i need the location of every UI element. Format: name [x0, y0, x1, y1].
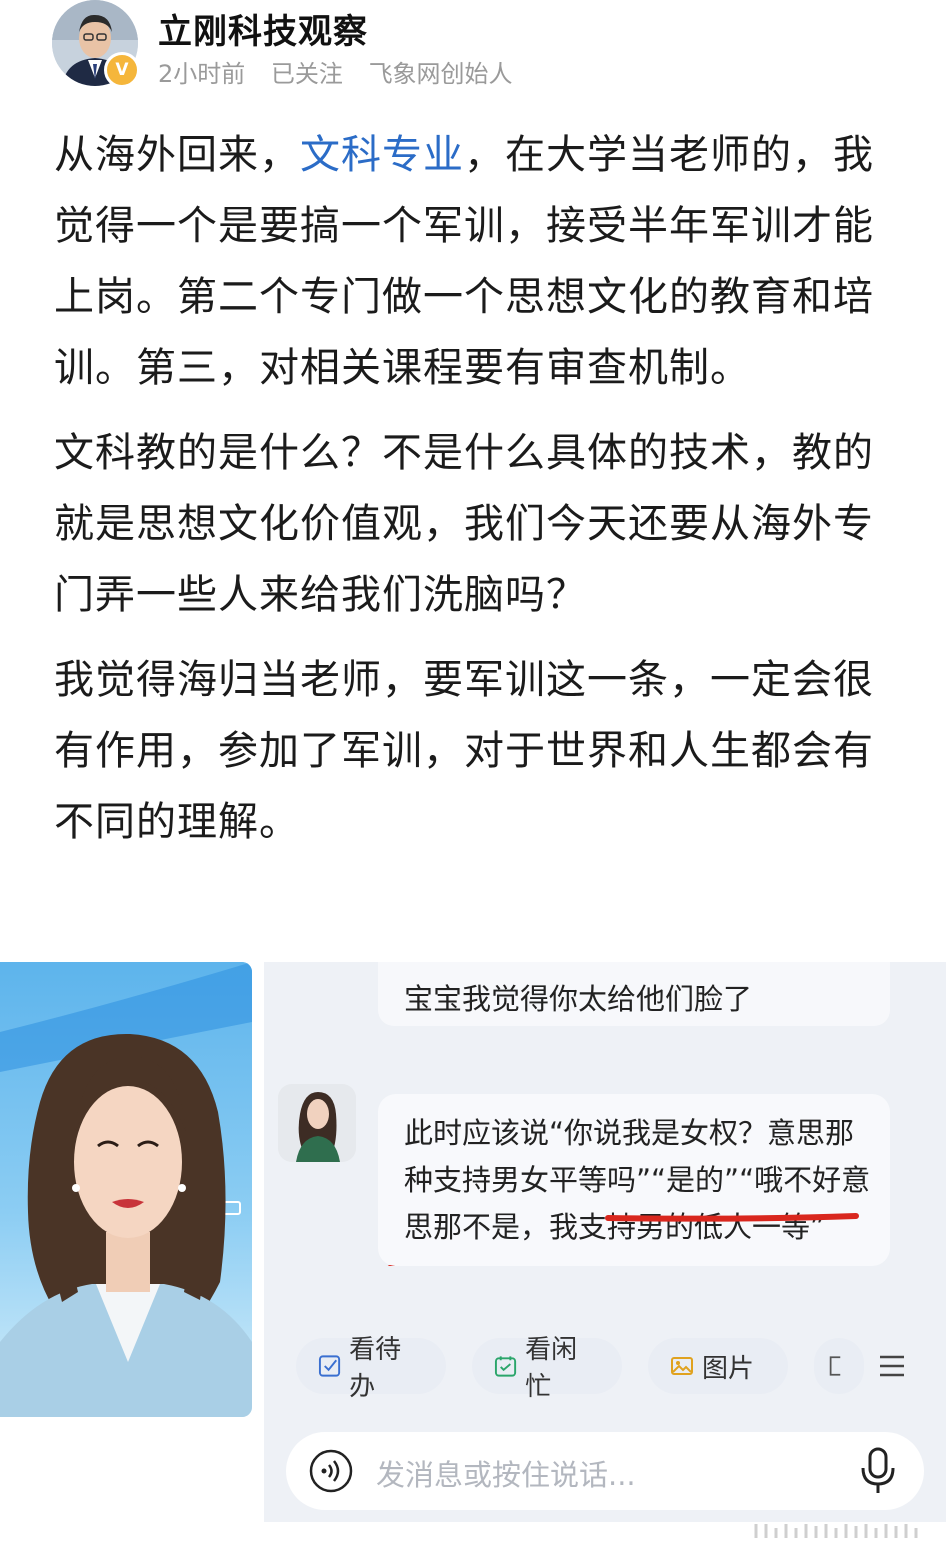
assistant-reply-bubble: 此时应该说“你说我是女权？意思那种支持男女平等吗”“是的”“哦不好意思那不是，我… — [378, 1094, 890, 1266]
chip-todo-label: 看待办 — [349, 1335, 402, 1402]
post-body: 从海外回来，文科专业，在大学当老师的，我觉得一个是要搞一个军训，接受半年军训才能… — [54, 120, 874, 872]
watermark-icon — [754, 1524, 918, 1538]
assistant-portrait-icon — [278, 1084, 356, 1162]
image-icon — [671, 1357, 693, 1375]
assistant-reply-text: 此时应该说“你说我是女权？意思那种支持男女平等吗”“是的”“哦不好意思那不是，我… — [404, 1110, 874, 1251]
assistant-avatar — [278, 1084, 356, 1162]
chip-image[interactable]: 图片 — [648, 1338, 788, 1394]
post-meta: 2小时前 已关注 飞象网创始人 — [158, 54, 531, 89]
reply-underlined: 我支持男的低人一等 — [549, 1210, 811, 1244]
checkbox-icon — [318, 1355, 341, 1377]
message-input-placeholder[interactable]: 发消息或按住说话... — [376, 1452, 636, 1494]
author-name[interactable]: 立刚科技观察 — [158, 4, 368, 53]
user-message-text: 宝宝我觉得你太给他们脸了 — [404, 982, 753, 1016]
verified-badge-icon: V — [104, 52, 140, 88]
woman-portrait — [0, 962, 252, 1417]
document-icon — [829, 1356, 841, 1376]
chip-availability-label: 看闲忙 — [525, 1335, 578, 1402]
calendar-icon — [494, 1356, 517, 1377]
microphone-icon[interactable] — [858, 1446, 898, 1496]
post-image-chat-screenshot[interactable]: 宝宝我觉得你太给他们脸了 此时应该说“你说我是女权？意思那种支持男女平等吗”“是… — [264, 962, 946, 1522]
author-title: 飞象网创始人 — [368, 60, 513, 88]
chip-todo[interactable]: 看待办 — [296, 1335, 446, 1402]
post-paragraph-3: 我觉得海归当老师，要军训这一条，一定会很有作用，参加了军训，对于世界和人生都会有… — [54, 657, 874, 845]
user-message-bubble: 宝宝我觉得你太给他们脸了 — [378, 962, 890, 1026]
para1-prefix: 从海外回来， — [54, 132, 300, 178]
chip-more-partial[interactable] — [814, 1338, 864, 1394]
voice-mode-icon[interactable] — [308, 1448, 354, 1494]
follow-status[interactable]: 已关注 — [271, 60, 343, 88]
message-input-bar[interactable]: 发消息或按住说话... — [286, 1432, 924, 1510]
chip-image-label: 图片 — [702, 1353, 755, 1384]
quick-action-toolbar: 看待办 看闲忙 图片 — [286, 1335, 946, 1402]
post-image-ai-avatar[interactable] — [0, 962, 252, 1417]
topic-link[interactable]: 文科专业 — [300, 132, 464, 178]
menu-icon[interactable] — [874, 1348, 910, 1384]
post-time: 2小时前 — [158, 60, 246, 88]
post-paragraph-1: 从海外回来，文科专业，在大学当老师的，我觉得一个是要搞一个军训，接受半年军训才能… — [54, 120, 874, 404]
reply-end: ” — [810, 1210, 826, 1244]
chip-availability[interactable]: 看闲忙 — [472, 1335, 622, 1402]
post-paragraph-2: 文科教的是什么？不是什么具体的技术，教的就是思想文化价值观，我们今天还要从海外专… — [54, 430, 874, 618]
